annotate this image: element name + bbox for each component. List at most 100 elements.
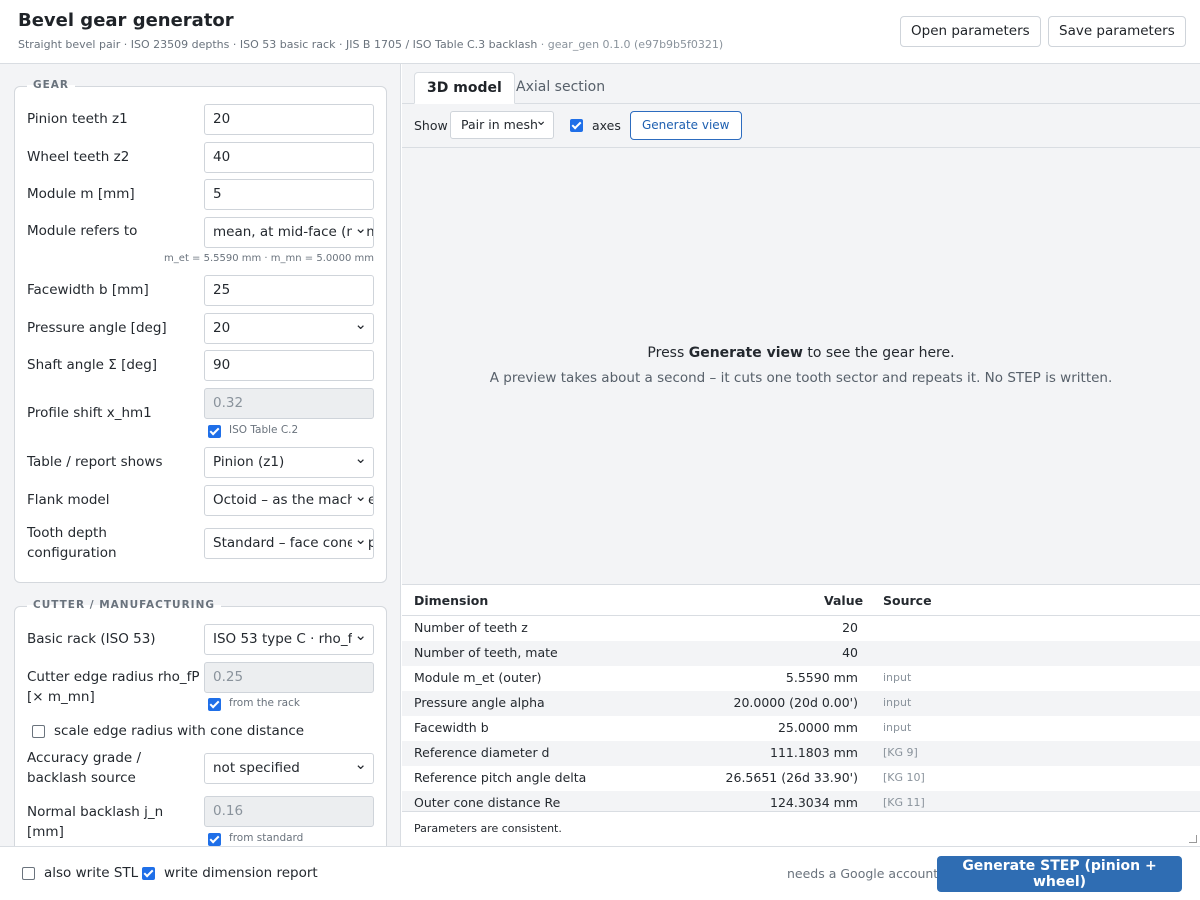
- row-dimension: Module m_et (outer): [414, 670, 542, 685]
- accuracy-value: not specified: [213, 760, 300, 776]
- accuracy-label-2: backlash source: [27, 770, 136, 786]
- row-dimension: Reference diameter d: [414, 745, 550, 760]
- viewport-prompt: Press Generate view to see the gear here…: [466, 345, 1136, 361]
- header-value: Value: [824, 593, 864, 608]
- app-subtitle: Straight bevel pair · ISO 23509 depths ·…: [18, 38, 723, 51]
- save-parameters-button[interactable]: Save parameters: [1048, 16, 1186, 47]
- table-row: Outer cone distance Re 124.3034 mm [KG 1…: [402, 791, 1200, 811]
- scale-edge-radius-checkbox[interactable]: [32, 725, 45, 738]
- tab-3d-model[interactable]: 3D model: [414, 72, 515, 104]
- tooth-depth-select[interactable]: Standard – face cone apex: [204, 528, 374, 559]
- status-textarea[interactable]: Parameters are consistent.: [402, 811, 1200, 846]
- show-value: Pair in mesh: [461, 117, 538, 132]
- profile-shift-input: 0.32: [204, 388, 374, 419]
- table-shows-value: Pinion (z1): [213, 454, 285, 470]
- from-standard-checkbox[interactable]: [208, 833, 221, 846]
- show-select[interactable]: Pair in mesh: [450, 108, 554, 139]
- write-report-label: write dimension report: [164, 865, 318, 881]
- axes-label: axes: [592, 118, 621, 133]
- module-hint: m_et = 5.5590 mm · m_mn = 5.0000 mm: [164, 253, 374, 264]
- header-source: Source: [883, 593, 932, 608]
- resize-grip-icon[interactable]: [1189, 835, 1197, 843]
- pressure-angle-label: Pressure angle [deg]: [27, 320, 167, 336]
- write-report-checkbox[interactable]: [142, 867, 155, 880]
- module-ref-label: Module refers to: [27, 223, 138, 239]
- generate-step-button[interactable]: Generate STEP (pinion + wheel): [937, 856, 1182, 892]
- write-stl-label: also write STL: [44, 865, 139, 881]
- flank-model-select[interactable]: Octoid – as the machine cuts: [204, 485, 374, 516]
- from-rack-label: from the rack: [229, 697, 300, 709]
- header-dimension: Dimension: [414, 593, 489, 608]
- cutter-fieldset: CUTTER / MANUFACTURING Basic rack (ISO 5…: [14, 599, 387, 846]
- open-parameters-button[interactable]: Open parameters: [900, 16, 1041, 47]
- row-dimension: Number of teeth, mate: [414, 645, 558, 660]
- tooth-depth-label-1: Tooth depth: [27, 525, 107, 541]
- row-value: 124.3034 mm: [770, 795, 858, 810]
- row-dimension: Pressure angle alpha: [414, 695, 545, 710]
- prompt-post: to see the gear here.: [802, 345, 955, 361]
- module-input[interactable]: 5: [204, 179, 374, 210]
- gear-legend: GEAR: [27, 79, 76, 91]
- prompt-pre: Press: [647, 345, 689, 361]
- tooth-depth-value: Standard – face cone apex: [213, 535, 373, 551]
- wheel-teeth-input[interactable]: 40: [204, 142, 374, 173]
- scale-edge-radius-label: scale edge radius with cone distance: [54, 723, 305, 739]
- wheel-teeth-label: Wheel teeth z2: [27, 149, 130, 165]
- row-value: 40: [842, 645, 858, 660]
- row-source: [KG 9]: [883, 746, 918, 759]
- pinion-teeth-input[interactable]: 20: [204, 104, 374, 135]
- iso-table-c2-label: ISO Table C.2: [229, 424, 299, 436]
- gear-fieldset: GEAR Pinion teeth z1 20 Wheel teeth z2 4…: [14, 79, 387, 583]
- shaft-angle-input[interactable]: 90: [204, 350, 374, 381]
- table-shows-select[interactable]: Pinion (z1): [204, 447, 374, 478]
- standards-text: Straight bevel pair · ISO 23509 depths ·…: [18, 38, 538, 51]
- show-label: Show: [414, 118, 448, 133]
- 3d-viewport[interactable]: Press Generate view to see the gear here…: [402, 148, 1200, 585]
- from-standard-label: from standard: [229, 832, 304, 844]
- backlash-input: 0.16: [204, 796, 374, 827]
- viewport-note: A preview takes about a second – it cuts…: [489, 370, 1113, 386]
- write-stl-checkbox[interactable]: [22, 867, 35, 880]
- backlash-label-1: Normal backlash j_n: [27, 804, 164, 820]
- row-source: [KG 11]: [883, 796, 925, 809]
- google-account-note: needs a Google account: [787, 866, 939, 881]
- row-source: input: [883, 696, 912, 709]
- app-header: Bevel gear generator Straight bevel pair…: [0, 0, 1200, 64]
- module-ref-value: mean, at mid-face (m_mn): [213, 224, 373, 240]
- tab-axial-section[interactable]: Axial section: [504, 72, 617, 104]
- view-toolbar: Show Pair in mesh axes Generate view: [402, 104, 1200, 148]
- table-row: Facewidth b 25.0000 mm input: [402, 716, 1200, 741]
- from-rack-checkbox[interactable]: [208, 698, 221, 711]
- view-tabs: 3D model Axial section: [402, 64, 1200, 104]
- table-row: Reference diameter d 111.1803 mm [KG 9]: [402, 741, 1200, 766]
- status-text: Parameters are consistent.: [414, 822, 562, 835]
- table-row: Pressure angle alpha 20.0000 (20d 0.00')…: [402, 691, 1200, 716]
- axes-checkbox[interactable]: [570, 119, 583, 132]
- app-footer: also write STL write dimension report ne…: [0, 846, 1200, 900]
- accuracy-select[interactable]: not specified: [204, 753, 374, 784]
- pressure-angle-select[interactable]: 20: [204, 313, 374, 344]
- dimension-table[interactable]: Dimension Value Source Number of teeth z…: [402, 586, 1200, 811]
- backlash-label-2: [mm]: [27, 824, 64, 840]
- accuracy-label-1: Accuracy grade /: [27, 750, 142, 766]
- module-ref-select[interactable]: mean, at mid-face (m_mn): [204, 217, 374, 248]
- facewidth-label: Facewidth b [mm]: [27, 282, 149, 298]
- edge-radius-input: 0.25: [204, 662, 374, 693]
- row-source: input: [883, 721, 912, 734]
- basic-rack-select[interactable]: ISO 53 type C · rho_fP: [204, 624, 374, 655]
- generate-view-button[interactable]: Generate view: [630, 111, 742, 140]
- parameters-panel[interactable]: GEAR Pinion teeth z1 20 Wheel teeth z2 4…: [0, 64, 401, 846]
- iso-table-c2-checkbox[interactable]: [208, 425, 221, 438]
- row-source: [KG 10]: [883, 771, 925, 784]
- table-header: Dimension Value Source: [402, 586, 1200, 616]
- cutter-legend: CUTTER / MANUFACTURING: [27, 599, 221, 611]
- row-value: 5.5590 mm: [785, 670, 858, 685]
- table-shows-label: Table / report shows: [27, 454, 163, 470]
- row-dimension: Facewidth b: [414, 720, 489, 735]
- row-source: input: [883, 671, 912, 684]
- edge-radius-label-1: Cutter edge radius rho_fP: [27, 669, 200, 685]
- facewidth-input[interactable]: 25: [204, 275, 374, 306]
- row-value: 111.1803 mm: [770, 745, 858, 760]
- profile-shift-label: Profile shift x_hm1: [27, 405, 152, 421]
- row-dimension: Reference pitch angle delta: [414, 770, 587, 785]
